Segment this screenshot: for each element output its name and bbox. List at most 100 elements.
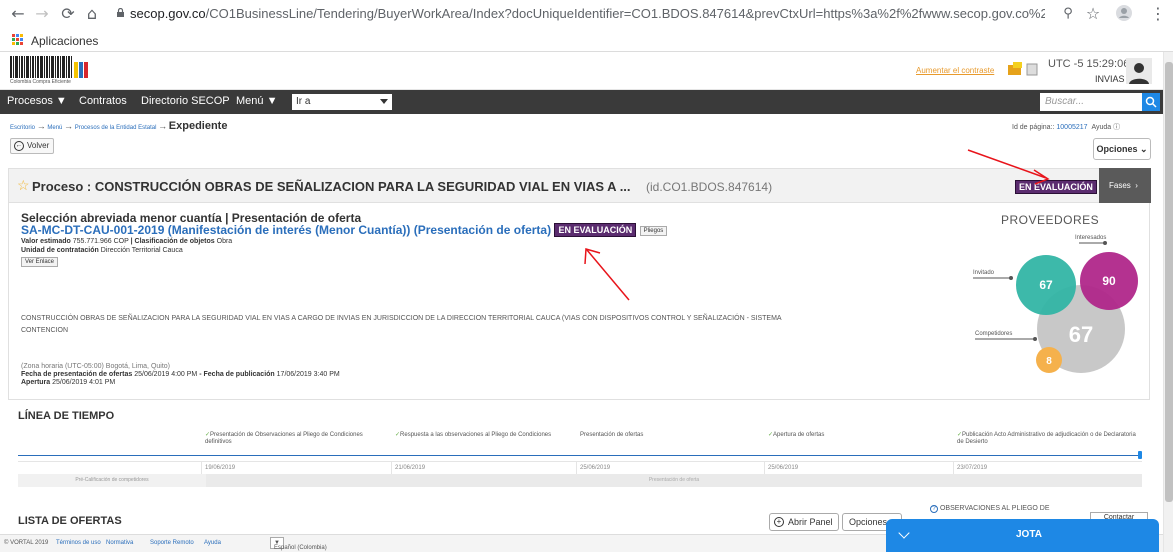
apps-icon[interactable] [12,34,24,46]
forward-icon[interactable]: → [32,4,52,24]
favorite-star-icon[interactable]: ☆ [17,177,30,194]
observaciones-link[interactable]: ? OBSERVACIONES AL PLIEGO DE [930,505,1070,513]
status-badge-detail: EN EVALUACIÓN [554,223,637,237]
fechas-line: Fecha de presentación de ofertas 25/06/2… [21,371,340,378]
kebab-menu-icon[interactable]: ⋮ [1148,4,1168,24]
proceso-title: Proceso : CONSTRUCCIÓN OBRAS DE SEÑALIZA… [32,179,631,194]
timeline-end-marker [1138,451,1142,459]
nav-directorio[interactable]: Directorio SECOP [141,95,230,107]
help-link[interactable]: Ayuda [1091,124,1111,131]
unidad-line: Unidad de contratación Dirección Territo… [21,247,183,254]
lock-icon [117,8,124,17]
crumb-escritorio[interactable]: Escritorio [10,125,35,131]
footer-terminos[interactable]: Términos de uso [56,540,101,546]
organization-name: INVIAS [1095,74,1125,84]
observaciones-label: OBSERVACIONES AL PLIEGO DE [939,505,1050,512]
user-avatar[interactable] [1126,58,1152,84]
invitado-leader-dot [1009,276,1013,280]
fases-button[interactable]: Fases › [1099,168,1151,203]
opciones-button[interactable]: Opciones ⌄ [1093,138,1151,160]
invitado-label: Invitado [973,270,995,276]
nav-procesos-label: Procesos [7,95,53,107]
chevron-down-icon[interactable] [898,527,910,539]
timeline-divider [391,462,392,474]
search-input[interactable]: Buscar... [1040,93,1142,111]
timeline-divider [764,462,765,474]
back-icon[interactable]: ← [8,4,28,24]
nav-menu[interactable]: Menú ▼ [236,95,277,107]
timeline-event-label: Publicación Acto Administrativo de adjud… [957,432,1136,445]
scrollbar-thumb[interactable] [1165,62,1173,502]
pliegos-button[interactable]: Pliegos [639,226,668,236]
volver-label: Volver [27,141,50,150]
valor-label: Valor estimado [21,238,71,245]
competidores-value: 8 [1046,356,1052,367]
fecha-pub-value: 17/06/2019 3:40 PM [276,371,340,378]
timeline-event-date: 19/06/2019 [205,465,236,471]
document-icon[interactable] [1025,62,1039,76]
reference-line: SA-MC-DT-CAU-001-2019 (Manifestación de … [21,223,668,237]
logo-caption: Colombia Compra Eficiente [10,79,71,85]
timeline-event: ✓Presentación de Observaciones al Pliego… [205,432,385,446]
timeline-event: Presentación de ofertas [580,432,760,439]
footer-soporte[interactable]: Soporte Remoto [150,540,194,546]
home-icon[interactable]: ⌂ [82,4,102,24]
timeline-event-date: 21/06/2019 [395,465,426,471]
invitado-value: 67 [1039,278,1053,292]
bookmark-apps[interactable]: Aplicaciones [31,34,98,48]
address-bar[interactable]: secop.gov.co/CO1BusinessLine/Tendering/B… [130,3,1045,25]
timeline-divider [953,462,954,474]
help-icon[interactable]: ⓘ [1113,124,1120,131]
clasif-label: | Clasificación de objetos [130,238,215,245]
chat-widget[interactable]: JOTA [886,519,1159,552]
profile-icon[interactable] [1116,5,1132,21]
crumb-menu[interactable]: Menú [47,125,62,131]
notifications-icon[interactable] [1008,62,1022,76]
chat-agent-name: JOTA [1016,529,1042,540]
abrir-panel-button[interactable]: + Abrir Panel [769,513,839,531]
reload-icon[interactable]: ⟳ [58,4,78,24]
timeline-event: ✓Respuesta a las observaciones al Pliego… [395,432,575,439]
breadcrumb: Escritorio → Menú → Procesos de la Entid… [10,120,227,132]
competidores-leader-dot [1033,337,1037,341]
apertura-value: 25/06/2019 4:01 PM [52,379,116,386]
browser-chrome: ← → ⟳ ⌂ secop.gov.co/CO1BusinessLine/Ten… [0,0,1173,52]
reference-link[interactable]: SA-MC-DT-CAU-001-2019 (Manifestación de … [21,223,551,237]
language-select[interactable]: Español (Colombia) ▼ [270,537,327,551]
page-id: Id de página:: 10005217 Ayuda ⓘ [1012,122,1120,132]
site-header: Colombia Compra Eficiente Aumentar el co… [0,52,1163,90]
nav-procesos[interactable]: Procesos ▼ [7,95,67,107]
ver-enlace-button[interactable]: Ver Enlace [21,257,59,267]
volver-button[interactable]: ← Volver [10,138,54,154]
timeline-dates: 19/06/2019 21/06/2019 25/06/2019 25/06/2019… [18,461,1142,474]
language-value: Español (Colombia) [274,545,327,551]
search-icon[interactable] [1142,93,1160,111]
clasif-value: Obra [216,238,233,245]
timeline-event: ✓Apertura de ofertas [768,432,948,439]
timeline-event-label: Respuesta a las observaciones al Pliego … [400,432,552,438]
bookmarks-bar: Aplicaciones [0,30,1173,52]
main-navigation: Procesos ▼ Contratos Directorio SECOP Me… [0,90,1163,114]
timeline-event-label: Presentación de ofertas [580,432,644,438]
total-value: 67 [1069,322,1093,347]
interesados-value: 90 [1102,274,1116,288]
crumb-procesos[interactable]: Procesos de la Entidad Estatal [75,125,157,131]
competidores-label: Competidores [975,331,1012,337]
footer-ayuda[interactable]: Ayuda [204,540,221,546]
goto-select[interactable]: Ir a [292,94,392,110]
timeline-phases: Pré-Calificación de competidores Present… [18,474,1142,487]
zoom-icon[interactable]: ⚲ [1058,4,1078,24]
star-icon[interactable]: ☆ [1083,4,1103,24]
footer-normativa[interactable]: Normativa [106,540,133,546]
timeline-divider [201,462,202,474]
screen: ← → ⟳ ⌂ secop.gov.co/CO1BusinessLine/Ten… [0,0,1173,552]
timeline-line [18,455,1142,456]
proceso-description: CONSTRUCCIÓN OBRAS DE SEÑALIZACION PARA … [21,315,782,334]
page-scrollbar[interactable] [1163,52,1173,552]
interesados-leader-dot [1103,241,1107,245]
ofertas-title: LISTA DE OFERTAS [18,515,122,527]
colombia-compra-logo[interactable] [10,56,90,78]
nav-menu-label: Menú [236,95,264,107]
nav-contratos[interactable]: Contratos [79,95,127,107]
contrast-link[interactable]: Aumentar el contraste [916,66,994,75]
